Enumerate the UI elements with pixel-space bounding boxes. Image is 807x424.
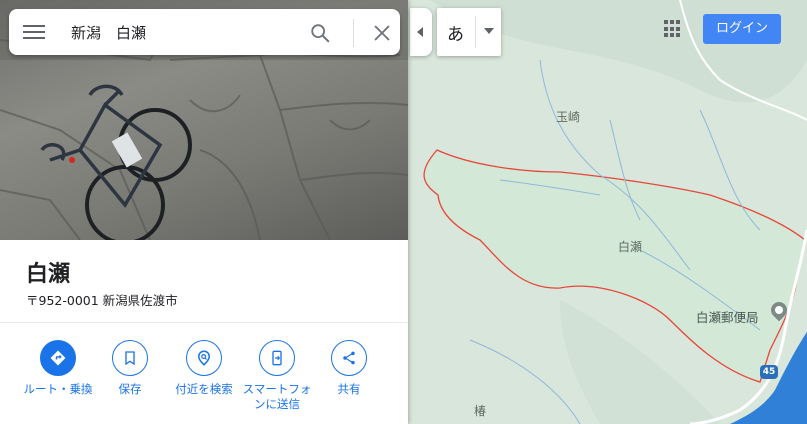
route-shield: 45 bbox=[760, 365, 778, 379]
share-button[interactable]: 共有 bbox=[314, 340, 384, 397]
directions-button[interactable]: ルート・乗換 bbox=[23, 340, 93, 397]
login-button[interactable]: ログイン bbox=[703, 14, 781, 44]
input-method-char: あ bbox=[447, 25, 464, 45]
map-label-tsubaki: 椿 bbox=[474, 404, 487, 418]
nearby-label: 付近を検索 bbox=[175, 382, 233, 396]
map-label-tamazaki: 玉崎 bbox=[556, 110, 581, 124]
directions-label: ルート・乗換 bbox=[23, 382, 93, 396]
send-to-phone-label: スマートフォンに送信 bbox=[242, 382, 312, 411]
caret-down-icon[interactable] bbox=[484, 28, 494, 34]
poi-label-post-office[interactable]: 白瀬郵便局 bbox=[696, 307, 759, 326]
share-label: 共有 bbox=[337, 382, 361, 396]
nearby-icon bbox=[197, 350, 211, 366]
caret-left-icon bbox=[417, 27, 423, 37]
panel-divider bbox=[0, 322, 408, 323]
bookmark-icon bbox=[125, 351, 135, 366]
search-input[interactable] bbox=[71, 22, 291, 42]
collapse-panel-button[interactable] bbox=[410, 8, 432, 56]
save-button[interactable]: 保存 bbox=[95, 340, 165, 397]
place-address: 〒952-0001 新潟県佐渡市 bbox=[26, 293, 178, 308]
send-to-phone-icon bbox=[272, 350, 282, 366]
search-box bbox=[9, 9, 400, 55]
apps-grid-icon[interactable] bbox=[664, 20, 682, 38]
share-icon bbox=[343, 351, 355, 365]
place-panel: 白瀬 〒952-0001 新潟県佐渡市 ルート・乗換 保存 付近を検索 bbox=[0, 0, 408, 424]
search-divider bbox=[353, 19, 354, 47]
input-method-button[interactable]: あ bbox=[437, 8, 501, 56]
send-to-phone-button[interactable]: スマートフォンに送信 bbox=[242, 340, 312, 412]
search-icon[interactable] bbox=[309, 22, 331, 44]
menu-icon[interactable] bbox=[23, 22, 45, 42]
close-icon[interactable] bbox=[371, 22, 393, 44]
nearby-button[interactable]: 付近を検索 bbox=[169, 340, 239, 397]
place-title: 白瀬 bbox=[26, 262, 71, 287]
map-label-shirase: 白瀬 bbox=[618, 240, 643, 254]
save-label: 保存 bbox=[118, 382, 142, 396]
input-method-divider bbox=[475, 16, 476, 48]
directions-icon bbox=[50, 350, 66, 366]
